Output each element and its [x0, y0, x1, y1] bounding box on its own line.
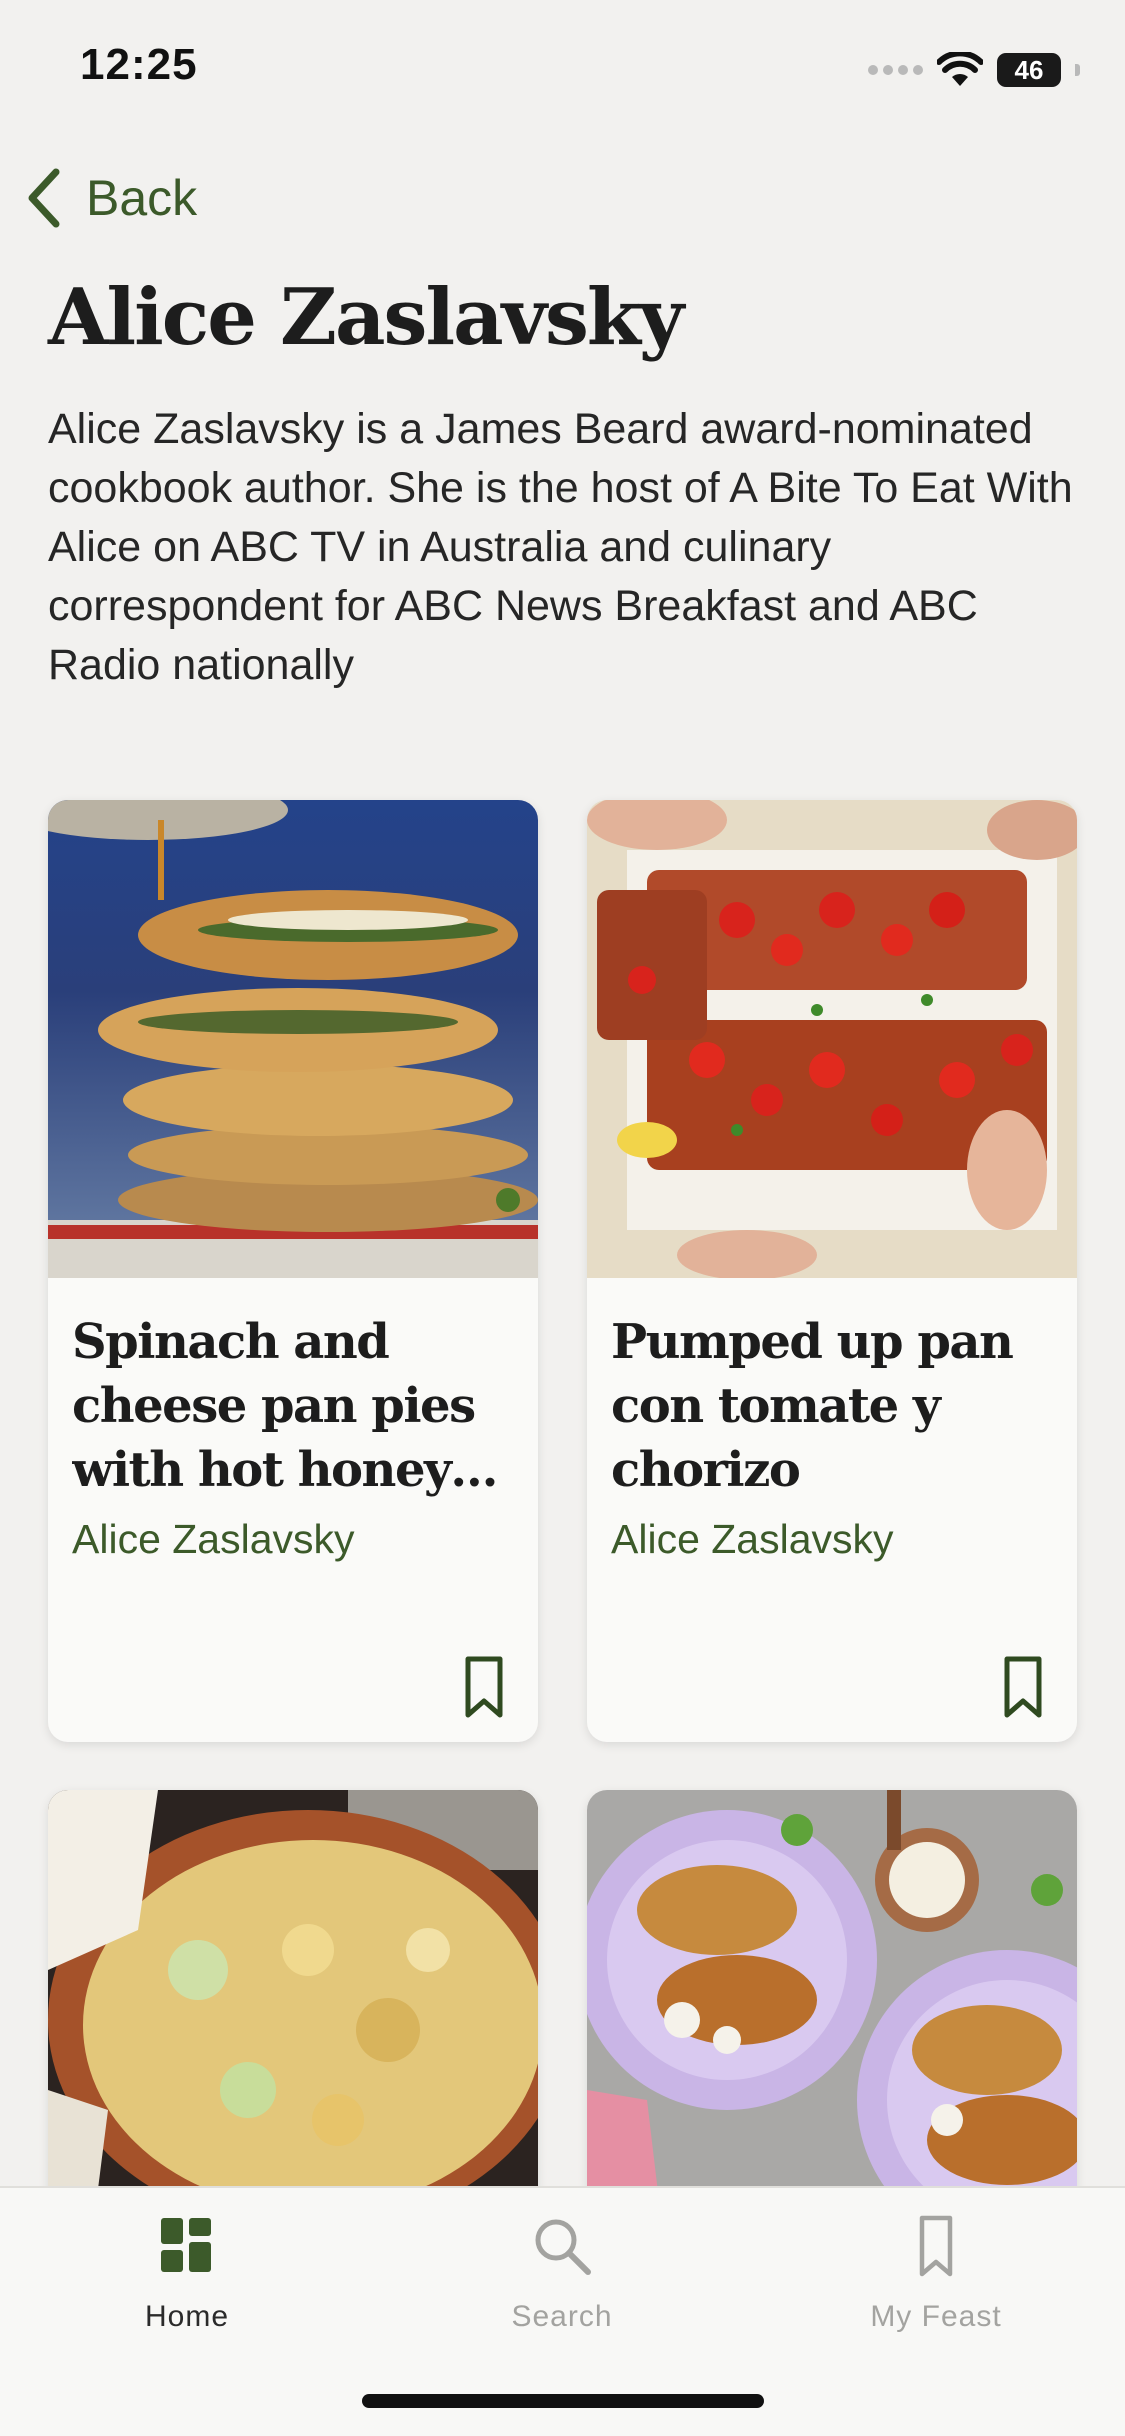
recipe-title: Spinach and cheese pan pies with hot hon… [72, 1314, 476, 1498]
battery-level: 46 [1014, 54, 1044, 85]
tab-label: Search [511, 2300, 613, 2333]
chevron-left-icon [28, 168, 60, 228]
tab-home[interactable]: Home [57, 2214, 317, 2344]
bookmark-icon [919, 2215, 953, 2277]
recipe-card[interactable]: Pumped up pan con tomate y chorizo Alice… [587, 800, 1077, 1742]
status-time: 12:25 [80, 40, 198, 89]
back-button[interactable]: Back [24, 160, 197, 236]
back-label: Back [86, 170, 198, 226]
battery-tip [1075, 64, 1080, 76]
status-bar: 12:25 46 [0, 0, 1125, 130]
bookmark-outline-icon[interactable] [460, 1655, 508, 1719]
author-profile-screen: 12:25 46 Back Alice Zaslavsky Alice Zasl… [0, 0, 1125, 2436]
battery-icon: 46 [997, 53, 1061, 87]
recipe-author[interactable]: Alice Zaslavsky [72, 1516, 355, 1563]
recipe-author[interactable]: Alice Zaslavsky [611, 1516, 894, 1563]
home-indicator[interactable] [362, 2394, 764, 2408]
status-indicators: 46 [868, 50, 1080, 90]
cellular-signal-icon [868, 65, 923, 75]
tab-my-feast[interactable]: My Feast [806, 2214, 1066, 2344]
recipe-card[interactable]: Spinach and cheese pan pies with hot hon… [48, 800, 538, 1742]
recipe-image-pan-con-tomate [587, 800, 1077, 1278]
page-title: Alice Zaslavsky [48, 272, 684, 363]
wifi-icon [937, 52, 983, 86]
tab-label: My Feast [870, 2300, 1002, 2333]
bookmark-outline-icon[interactable] [999, 1655, 1047, 1719]
tab-label: Home [144, 2300, 230, 2333]
search-icon [535, 2219, 591, 2275]
grid-home-icon [161, 2218, 211, 2272]
recipe-title: Pumped up pan con tomate y chorizo [611, 1314, 1014, 1498]
author-bio: Alice Zaslavsky is a James Beard award-n… [48, 405, 1073, 689]
tab-search[interactable]: Search [432, 2214, 692, 2344]
recipe-image-pan-pies [48, 800, 538, 1278]
